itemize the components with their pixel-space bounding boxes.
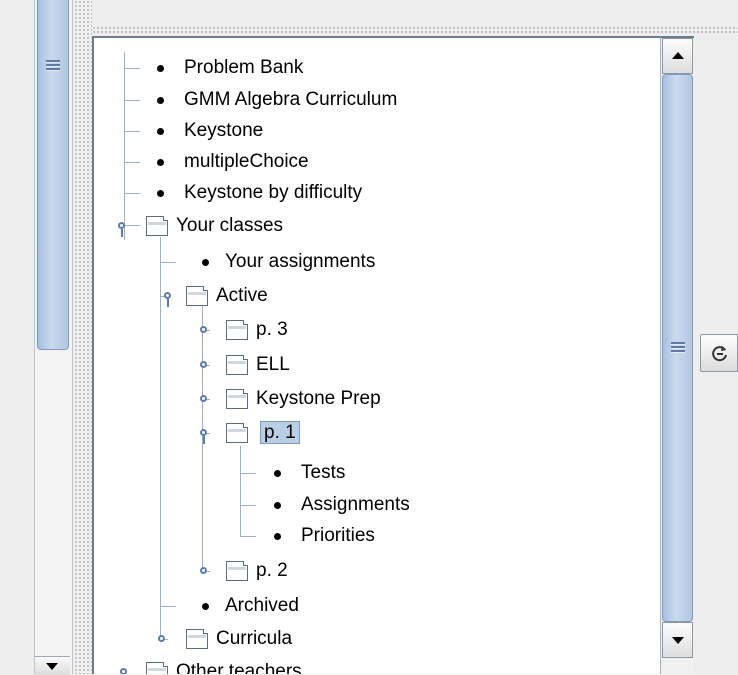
folder-icon [226,355,248,375]
tree-item-label: GMM Algebra Curriculum [184,89,398,110]
tree-line [160,237,161,639]
collapse-toggle-icon[interactable] [200,567,207,574]
collapse-toggle-icon[interactable] [200,326,207,333]
tree-line [124,52,125,240]
tree-item-gmm-algebra-curriculum[interactable]: GMM Algebra Curriculum [152,88,397,112]
tree-scrollbar-thumb[interactable] [662,74,693,622]
tree-item-label: Priorities [301,525,375,546]
tree-folder-p2[interactable]: p. 2 [226,559,288,583]
tree-item-assignments[interactable]: Assignments [264,493,410,517]
refresh-button[interactable] [700,334,738,372]
folder-icon [226,320,248,340]
tree-item-keystone-by-difficulty[interactable]: Keystone by difficulty [152,181,362,205]
tree-item-label: p. 2 [256,560,288,581]
tree-line [124,100,140,101]
grip-line [671,342,685,345]
outer-scrollbar-thumb[interactable] [37,0,69,350]
tree-folder-ell[interactable]: ELL [226,353,290,377]
collapse-toggle-icon[interactable] [158,635,165,642]
tree-item-label: Keystone [184,120,264,141]
arrow-down-icon [672,637,684,644]
tree-line [240,473,256,474]
tree-item-your-assignments[interactable]: Your assignments [190,250,375,274]
tree-item-label: ELL [256,354,290,375]
tree-item-label: Keystone Prep [256,388,381,409]
tree-item-label: Curricula [216,628,293,649]
tree-line [160,606,176,607]
tree-scroll-down-button[interactable] [662,622,693,658]
tree-item-label: Keystone by difficulty [184,182,363,203]
tree-folder-keystone-prep[interactable]: Keystone Prep [226,387,381,411]
tree-item-label: Assignments [301,494,410,515]
tree-item-label: p. 3 [256,319,288,340]
tree-line [124,68,140,69]
tree-line [240,536,256,537]
tree-scroll-up-button[interactable] [662,38,693,74]
tree-line [124,162,140,163]
split-pane-divider[interactable] [74,0,92,674]
bullet-icon [202,259,209,266]
bullet-icon [157,128,164,135]
tree-item-label: Archived [225,595,299,616]
bullet-icon [157,190,164,197]
arrow-down-icon [46,663,58,670]
tree-item-problem-bank[interactable]: Problem Bank [152,56,303,80]
expand-toggle-icon[interactable] [118,222,125,237]
tree-item-label: multipleChoice [184,151,309,172]
bullet-icon [274,533,281,540]
tree-item-multiplechoice[interactable]: multipleChoice [152,150,309,174]
bullet-icon [202,603,209,610]
expand-toggle-icon[interactable] [164,292,171,307]
tree-folder-your-classes[interactable]: Your classes [146,214,283,238]
tree-item-priorities[interactable]: Priorities [264,524,375,548]
bullet-icon [157,159,164,166]
tree-folder-p3[interactable]: p. 3 [226,318,288,342]
tree-item-label: Other teachers [176,661,302,674]
tree-folder-other-teachers[interactable]: Other teachers [146,660,302,674]
refresh-icon [712,346,727,362]
tree-line [124,193,140,194]
folder-icon [226,423,248,443]
tree-panel: Problem Bank GMM Algebra Curriculum Keys… [92,36,660,674]
grip-line [671,346,685,349]
tree-item-label: Problem Bank [184,57,304,78]
grip-line [46,68,60,71]
arrow-up-icon [672,52,684,59]
tree-item-label: Your assignments [225,251,376,272]
grip-line [671,350,685,353]
expand-toggle-icon[interactable] [200,429,207,444]
collapse-toggle-icon[interactable] [200,361,207,368]
tree-line [124,131,140,132]
bullet-icon [157,97,164,104]
folder-icon [186,629,208,649]
tree-line [240,446,241,536]
collapse-toggle-icon[interactable] [200,395,207,402]
tree-item-label: Active [216,285,268,306]
collapse-toggle-icon[interactable] [120,668,127,674]
bullet-icon [274,470,281,477]
tree-folder-curricula[interactable]: Curricula [186,627,292,651]
tree-item-label: Tests [301,462,346,483]
tree-item-tests[interactable]: Tests [264,461,345,485]
grip-line [46,64,60,67]
tree-folder-p1[interactable]: p. 1 [226,421,300,445]
grip-line [46,60,60,63]
folder-icon [226,389,248,409]
tree-line [124,225,140,226]
folder-icon [186,286,208,306]
folder-icon [146,216,168,236]
tree-item-archived[interactable]: Archived [190,594,299,618]
tree-folder-active[interactable]: Active [186,284,268,308]
bullet-icon [157,65,164,72]
bullet-icon [274,502,281,509]
tree-item-label-selected: p. 1 [260,421,300,444]
tree-item-label: Your classes [176,215,284,236]
tree-line [160,262,176,263]
outer-scroll-down-button[interactable] [35,656,70,675]
tree-line [240,505,256,506]
tree-item-keystone[interactable]: Keystone [152,119,263,143]
folder-icon [146,662,168,674]
folder-icon [226,561,248,581]
horizontal-split-divider[interactable] [92,26,738,34]
